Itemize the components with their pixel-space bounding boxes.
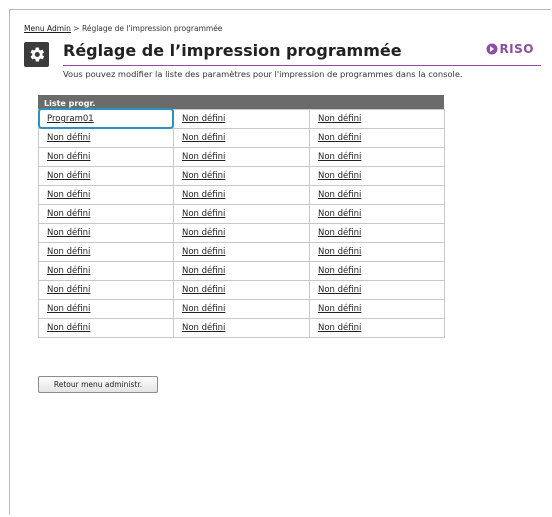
program-link[interactable]: Non défini xyxy=(182,152,225,162)
program-link[interactable]: Non défini xyxy=(182,228,225,238)
table-cell: Non défini xyxy=(38,147,174,167)
program-link[interactable]: Non défini xyxy=(47,323,90,333)
program-link[interactable]: Non défini xyxy=(318,133,361,143)
program-table: Program01 Non défini Non défini Non défini N… xyxy=(38,108,445,338)
table-cell: Non défini xyxy=(38,242,174,262)
program-link[interactable]: Non défini xyxy=(318,209,361,219)
table-row: Non défini Non défini Non défini xyxy=(38,185,445,205)
table-cell: Non défini xyxy=(38,204,174,224)
table-row: Non défini Non défini Non défini xyxy=(38,204,445,224)
table-cell: Non défini xyxy=(38,299,174,319)
table-cell: Non défini xyxy=(173,223,310,243)
table-cell: Non défini xyxy=(173,166,310,186)
program-link[interactable]: Non défini xyxy=(182,133,225,143)
table-cell: Non défini xyxy=(173,280,310,300)
table-cell: Non défini xyxy=(309,147,445,167)
table-cell: Non défini xyxy=(173,242,310,262)
program-link[interactable]: Non défini xyxy=(47,133,90,143)
title-divider xyxy=(63,65,541,66)
program-link[interactable]: Non défini xyxy=(318,228,361,238)
program-link[interactable]: Non défini xyxy=(182,190,225,200)
table-row: Program01 Non défini Non défini xyxy=(38,108,445,129)
table-row: Non défini Non défini Non défini xyxy=(38,166,445,186)
table-row: Non défini Non défini Non défini xyxy=(38,242,445,262)
breadcrumb-link-menu-admin[interactable]: Menu Admin xyxy=(24,24,71,33)
program-link[interactable]: Non défini xyxy=(182,323,225,333)
program-link[interactable]: Non défini xyxy=(182,171,225,181)
logo-text: RISO xyxy=(499,42,534,56)
program-list: Liste progr. Program01 Non défini Non défi… xyxy=(38,95,445,338)
table-cell: Non défini xyxy=(173,261,310,281)
table-cell: Non défini xyxy=(173,147,310,167)
program-link[interactable]: Non défini xyxy=(47,152,90,162)
program-link[interactable]: Non défini xyxy=(47,304,90,314)
program-link[interactable]: Non défini xyxy=(182,209,225,219)
program-link[interactable]: Non défini xyxy=(318,247,361,257)
program-link[interactable]: Program01 xyxy=(47,114,94,124)
table-cell: Non défini xyxy=(309,223,445,243)
table-cell: Non défini xyxy=(173,318,310,338)
table-cell: Non défini xyxy=(38,223,174,243)
table-row: Non défini Non défini Non défini xyxy=(38,128,445,148)
program-link[interactable]: Non défini xyxy=(318,190,361,200)
page-description: Vous pouvez modifier la liste des paramè… xyxy=(63,69,463,79)
table-cell: Non défini xyxy=(309,109,445,129)
table-cell: Non défini xyxy=(38,280,174,300)
table-cell: Non défini xyxy=(309,299,445,319)
program-link[interactable]: Non défini xyxy=(47,228,90,238)
table-cell: Non défini xyxy=(173,299,310,319)
program-link[interactable]: Non défini xyxy=(182,285,225,295)
gear-icon xyxy=(24,42,49,67)
table-row: Non défini Non défini Non défini xyxy=(38,280,445,300)
breadcrumb-current: Réglage de l'impression programmée xyxy=(81,24,223,33)
table-cell: Non défini xyxy=(309,128,445,148)
program-link[interactable]: Non défini xyxy=(318,304,361,314)
table-cell: Non défini xyxy=(309,204,445,224)
table-row: Non défini Non défini Non défini xyxy=(38,299,445,319)
table-cell: Non défini xyxy=(38,318,174,338)
program-link[interactable]: Non défini xyxy=(182,114,225,124)
program-link[interactable]: Non défini xyxy=(47,247,90,257)
table-cell: Non défini xyxy=(309,261,445,281)
program-link[interactable]: Non défini xyxy=(182,266,225,276)
table-cell: Program01 xyxy=(38,108,174,129)
table-header: Liste progr. xyxy=(38,95,444,109)
program-link[interactable]: Non défini xyxy=(47,171,90,181)
riso-logo: RISO xyxy=(486,42,534,56)
program-link[interactable]: Non défini xyxy=(47,266,90,276)
table-cell: Non défini xyxy=(38,166,174,186)
table-cell: Non défini xyxy=(309,280,445,300)
table-cell: Non défini xyxy=(173,204,310,224)
table-cell: Non défini xyxy=(38,128,174,148)
program-link[interactable]: Non défini xyxy=(318,171,361,181)
table-row: Non défini Non défini Non défini xyxy=(38,223,445,243)
program-link[interactable]: Non défini xyxy=(182,247,225,257)
table-cell: Non défini xyxy=(309,318,445,338)
table-row: Non défini Non défini Non défini xyxy=(38,318,445,338)
program-link[interactable]: Non défini xyxy=(47,285,90,295)
table-cell: Non défini xyxy=(38,185,174,205)
table-cell: Non défini xyxy=(173,109,310,129)
table-row: Non défini Non défini Non défini xyxy=(38,147,445,167)
page-title: Réglage de l’impression programmée xyxy=(63,41,402,60)
program-link[interactable]: Non défini xyxy=(47,190,90,200)
program-link[interactable]: Non défini xyxy=(318,114,361,124)
table-cell: Non défini xyxy=(309,185,445,205)
table-row: Non défini Non défini Non défini xyxy=(38,261,445,281)
program-link[interactable]: Non défini xyxy=(318,285,361,295)
breadcrumb-separator: > xyxy=(73,24,80,33)
riso-logo-icon xyxy=(486,43,498,55)
table-cell: Non défini xyxy=(309,242,445,262)
table-cell: Non défini xyxy=(309,166,445,186)
program-link[interactable]: Non défini xyxy=(182,304,225,314)
program-link[interactable]: Non défini xyxy=(47,209,90,219)
table-cell: Non défini xyxy=(173,185,310,205)
program-link[interactable]: Non défini xyxy=(318,266,361,276)
table-cell: Non défini xyxy=(38,261,174,281)
back-to-admin-menu-button[interactable]: Retour menu administr. xyxy=(38,376,158,393)
program-link[interactable]: Non défini xyxy=(318,152,361,162)
program-link[interactable]: Non défini xyxy=(318,323,361,333)
table-cell: Non défini xyxy=(173,128,310,148)
breadcrumb: Menu Admin > Réglage de l'impression pro… xyxy=(24,24,222,33)
